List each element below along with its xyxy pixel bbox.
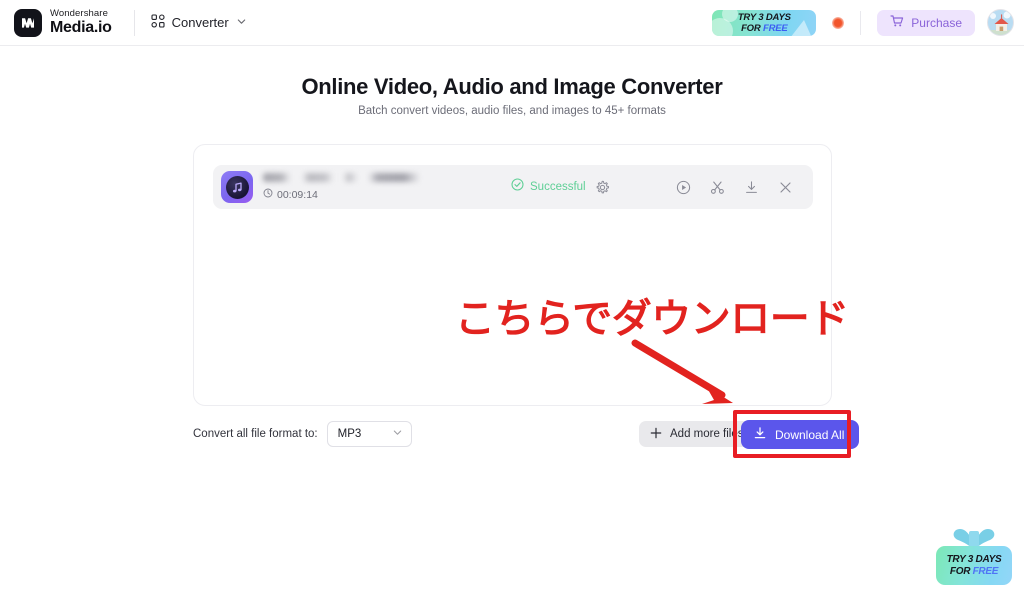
download-icon xyxy=(753,426,767,443)
file-name-redacted xyxy=(263,173,427,182)
music-note-icon xyxy=(225,175,249,199)
play-circle-icon[interactable] xyxy=(676,180,691,195)
nav-converter-label: Converter xyxy=(171,15,229,30)
format-control-group: Convert all file format to: MP3 xyxy=(193,421,412,447)
format-select-value: MP3 xyxy=(337,428,362,440)
promo-line-2-prefix: FOR xyxy=(741,22,763,34)
gift-badge-line-2-prefix: FOR xyxy=(949,565,973,577)
scissors-icon[interactable] xyxy=(710,180,725,195)
user-avatar-icon[interactable] xyxy=(987,9,1014,36)
nav-converter[interactable]: Converter xyxy=(151,14,247,31)
file-list-item[interactable]: 00:09:14 Successful xyxy=(213,165,813,209)
format-label: Convert all file format to: xyxy=(193,428,318,440)
app-header: Wondershare Media.io Converter TRY 3 DAY… xyxy=(0,0,1024,46)
file-duration: 00:09:14 xyxy=(263,188,427,201)
promo-line-1: TRY 3 DAYS xyxy=(737,11,791,23)
add-more-files-label: Add more files xyxy=(670,428,744,440)
promo-blob-3 xyxy=(790,19,813,36)
gift-badge-line-1: TRY 3 DAYS xyxy=(946,553,1002,565)
brand-wordmark: Wondershare Media.io xyxy=(50,9,112,37)
shopping-cart-icon xyxy=(890,14,904,31)
arrow-down-right-icon xyxy=(630,338,750,415)
status-label: Successful xyxy=(530,181,586,193)
apps-grid-icon xyxy=(151,14,165,31)
gift-badge-line-2: FOR FREE xyxy=(950,566,998,578)
status-badge: Successful xyxy=(511,178,586,196)
download-all-button[interactable]: Download All xyxy=(741,420,860,449)
page-subtitle: Batch convert videos, audio files, and i… xyxy=(358,105,666,117)
promo-line-2: FOR FREE xyxy=(741,22,788,34)
chevron-down-icon xyxy=(392,425,403,443)
download-icon[interactable] xyxy=(744,180,759,195)
gift-badge-body: TRY 3 DAYS FOR FREE xyxy=(936,546,1012,585)
app-root: Wondershare Media.io Converter TRY 3 DAY… xyxy=(0,0,1024,592)
file-thumbnail xyxy=(221,171,253,203)
chevron-down-icon xyxy=(236,15,247,30)
plus-icon xyxy=(649,426,663,443)
header-divider xyxy=(133,9,135,36)
page-title: Online Video, Audio and Image Converter xyxy=(301,74,723,99)
brand-bottom-line: Media.io xyxy=(50,19,112,37)
header-right-group: TRY 3 DAYS FOR FREE Purchase xyxy=(712,9,1024,36)
file-row-actions xyxy=(676,180,813,195)
gear-icon[interactable] xyxy=(595,180,610,195)
annotation-note-text: こちらでダウンロード xyxy=(455,296,849,342)
promo-blob-2 xyxy=(722,9,739,22)
clock-icon xyxy=(263,188,273,201)
purchase-button-label: Purchase xyxy=(911,15,962,30)
file-duration-label: 00:09:14 xyxy=(277,188,318,201)
purchase-button[interactable]: Purchase xyxy=(877,9,975,36)
add-more-files-button[interactable]: Add more files xyxy=(639,421,757,447)
format-select[interactable]: MP3 xyxy=(326,421,412,447)
check-circle-icon xyxy=(511,178,524,196)
floating-try-free-badge[interactable]: TRY 3 DAYS FOR FREE xyxy=(936,527,1012,585)
try-free-promo-button[interactable]: TRY 3 DAYS FOR FREE xyxy=(712,9,817,36)
file-meta: 00:09:14 xyxy=(263,173,427,201)
header-right-divider xyxy=(860,10,862,35)
brand-logo[interactable]: Wondershare Media.io xyxy=(0,8,112,37)
wondershare-m-logo-icon xyxy=(14,8,42,37)
promo-line-2-highlight: FREE xyxy=(762,22,788,34)
notification-dot-icon[interactable] xyxy=(832,16,845,29)
gift-badge-line-2-highlight: FREE xyxy=(972,565,999,577)
brand-top-line: Wondershare xyxy=(50,7,108,19)
close-icon[interactable] xyxy=(778,180,793,195)
download-all-label: Download All xyxy=(775,427,845,442)
